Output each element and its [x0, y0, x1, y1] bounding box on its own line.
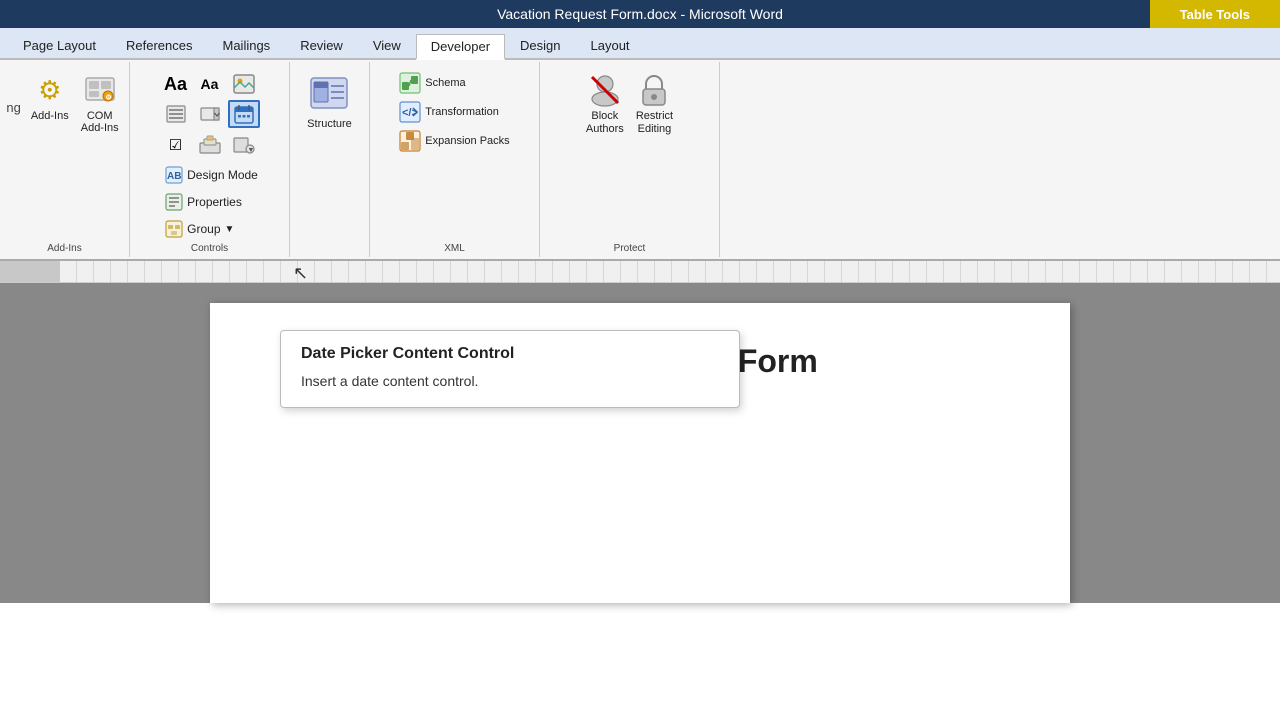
protect-group-label: Protect — [614, 241, 646, 257]
block-authors-icon — [587, 72, 623, 108]
expansion-packs-button[interactable]: Expansion Packs — [395, 128, 513, 154]
properties-button[interactable]: Properties — [159, 190, 264, 214]
restrict-editing-button[interactable]: RestrictEditing — [632, 70, 677, 138]
tooltip-title: Date Picker Content Control — [301, 345, 719, 363]
ruler: 1 2 3 — [0, 261, 1280, 283]
ribbon-body: ng ⚙ Add-Ins ⚙ COMAdd-In — [0, 60, 1280, 261]
block-authors-label: BlockAuthors — [586, 110, 624, 136]
checkbox-content-control-button[interactable]: ☑ — [160, 131, 192, 159]
tooltip-box: Date Picker Content Control Insert a dat… — [280, 330, 740, 408]
tab-page-layout[interactable]: Page Layout — [8, 32, 111, 58]
tooltip-description: Insert a date content control. — [301, 373, 719, 389]
aa-large-button[interactable]: Aa — [160, 70, 192, 98]
transformation-icon: </> — [399, 101, 421, 123]
group-xml: Schema </> Transformation — [370, 62, 540, 257]
list-content-control-button[interactable] — [160, 100, 192, 128]
xml-content: Schema </> Transformation — [395, 66, 513, 241]
properties-icon — [165, 193, 183, 211]
group-protect: BlockAuthors RestrictEditing Protect — [540, 62, 720, 257]
combo-box-button[interactable] — [194, 100, 226, 128]
xml-buttons: Schema </> Transformation — [395, 70, 513, 154]
aa-small-button[interactable]: Aa — [194, 70, 226, 98]
partial-ng: ng — [6, 70, 22, 115]
tab-design[interactable]: Design — [505, 32, 575, 58]
controls-icons-col: Aa Aa — [160, 70, 260, 159]
add-ins-content: ng ⚙ Add-Ins ⚙ COMAdd-In — [6, 66, 122, 241]
com-add-ins-label: COMAdd-Ins — [81, 110, 119, 134]
group-structure: Structure — [290, 62, 370, 257]
properties-label: Properties — [187, 195, 242, 209]
transformation-button[interactable]: </> Transformation — [395, 99, 513, 125]
svg-text:⚙: ⚙ — [105, 94, 111, 102]
protect-content: BlockAuthors RestrictEditing — [582, 66, 677, 241]
building-block-button[interactable] — [194, 131, 226, 159]
tab-developer[interactable]: Developer — [416, 34, 505, 60]
schema-label: Schema — [425, 77, 465, 89]
window-title: Vacation Request Form.docx - Microsoft W… — [497, 6, 783, 22]
controls-group-label: Controls — [191, 241, 228, 257]
group-icon — [165, 220, 183, 238]
title-bar: Vacation Request Form.docx - Microsoft W… — [0, 0, 1280, 28]
restrict-editing-label: RestrictEditing — [636, 110, 673, 136]
expansion-packs-label: Expansion Packs — [425, 135, 509, 147]
structure-content: Structure — [303, 66, 356, 252]
tab-review[interactable]: Review — [285, 32, 358, 58]
schema-icon — [399, 72, 421, 94]
tab-layout[interactable]: Layout — [576, 32, 645, 58]
add-ins-group-label: Add-Ins — [47, 241, 81, 257]
controls-row-1: Aa Aa — [160, 70, 260, 98]
controls-content: Aa Aa — [160, 66, 260, 159]
transformation-label: Transformation — [425, 106, 499, 118]
structure-icon — [307, 72, 351, 116]
tab-references[interactable]: References — [111, 32, 207, 58]
image-content-control-button[interactable] — [228, 70, 260, 98]
structure-button[interactable]: Structure — [303, 70, 356, 132]
add-ins-label: Add-Ins — [31, 110, 69, 122]
schema-button[interactable]: Schema — [395, 70, 513, 96]
date-picker-button[interactable] — [228, 100, 260, 128]
com-add-ins-icon: ⚙ — [82, 72, 118, 108]
design-mode-label: Design Mode — [187, 168, 258, 182]
tab-view[interactable]: View — [358, 32, 416, 58]
block-authors-button[interactable]: BlockAuthors — [582, 70, 628, 138]
controls-actions-col: AB Design Mode Properties — [155, 159, 264, 241]
ribbon-tabs: Page Layout References Mailings Review V… — [0, 28, 1280, 60]
controls-row-3: ☑ ▼ — [160, 131, 260, 159]
com-add-ins-button[interactable]: ⚙ COMAdd-Ins — [77, 70, 123, 136]
group-dropdown-arrow[interactable]: ▼ — [225, 224, 235, 235]
group-add-ins: ng ⚙ Add-Ins ⚙ COMAdd-In — [0, 62, 130, 257]
more-controls-button[interactable]: ▼ — [228, 131, 260, 159]
restrict-editing-icon — [636, 72, 672, 108]
design-mode-icon: AB — [165, 166, 183, 184]
expansion-packs-icon — [399, 130, 421, 152]
group-controls: Aa Aa — [130, 62, 290, 257]
structure-label: Structure — [307, 118, 352, 130]
tab-mailings[interactable]: Mailings — [208, 32, 286, 58]
svg-text:▼: ▼ — [247, 147, 254, 154]
controls-row-2 — [160, 100, 260, 128]
group-label: Group — [187, 222, 220, 236]
gear-icon: ⚙ — [32, 72, 68, 108]
svg-text:AB: AB — [167, 171, 181, 182]
add-ins-button[interactable]: ⚙ Add-Ins — [27, 70, 73, 124]
xml-group-label: XML — [444, 241, 465, 257]
table-tools-badge: Table Tools — [1150, 0, 1280, 28]
design-mode-button[interactable]: AB Design Mode — [159, 163, 264, 187]
group-button[interactable]: Group ▼ — [159, 217, 264, 241]
